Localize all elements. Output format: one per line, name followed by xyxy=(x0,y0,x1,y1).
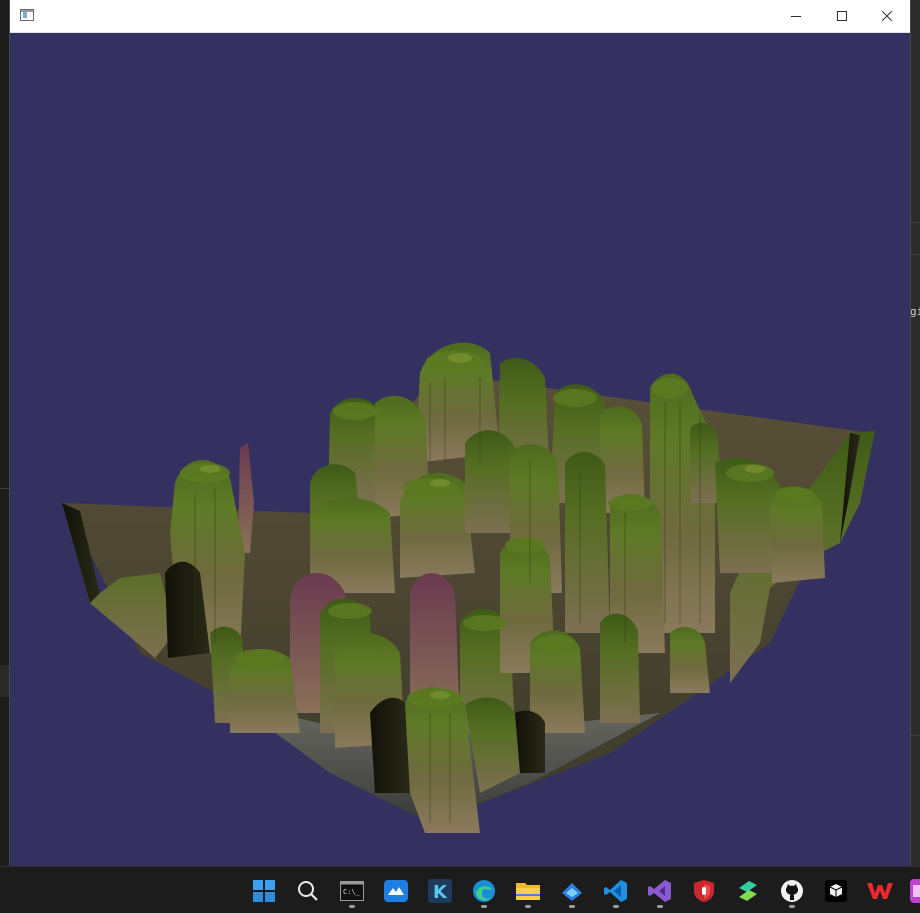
app-window-icon[interactable] xyxy=(20,9,34,21)
background-window-left xyxy=(0,0,10,866)
svg-text:C:\_: C:\_ xyxy=(343,888,361,896)
partial-app-icon xyxy=(910,879,920,903)
edge-icon xyxy=(473,880,495,902)
taskbar-terminal[interactable]: C:\_ xyxy=(332,873,372,909)
mail-icon xyxy=(384,880,408,902)
vscode-icon xyxy=(604,880,627,902)
running-indicator xyxy=(789,905,795,908)
start-icon xyxy=(253,880,275,902)
file-explorer-icon xyxy=(516,883,540,900)
taskbar-file-explorer[interactable] xyxy=(508,873,548,909)
render-viewport[interactable] xyxy=(10,33,910,866)
github-icon xyxy=(781,880,803,902)
background-window-right[interactable]: gi xyxy=(910,0,920,866)
svg-text:K: K xyxy=(433,882,448,903)
taskbar-partial-app[interactable] xyxy=(904,873,920,909)
taskbar-visual-studio[interactable] xyxy=(640,873,680,909)
background-divider xyxy=(910,222,920,223)
cube-app-icon xyxy=(825,880,847,902)
background-divider xyxy=(910,254,920,255)
wps-icon xyxy=(867,883,893,899)
taskbar-k-app[interactable]: K xyxy=(420,873,460,909)
background-divider xyxy=(910,735,920,736)
maximize-icon xyxy=(837,11,847,21)
close-icon xyxy=(882,11,892,21)
running-indicator xyxy=(525,905,531,908)
visual-studio-icon xyxy=(648,880,671,902)
running-indicator xyxy=(481,905,487,908)
taskbar-search[interactable] xyxy=(288,873,328,909)
taskbar-github[interactable] xyxy=(772,873,812,909)
title-bar[interactable] xyxy=(10,0,910,33)
bolt-app-icon xyxy=(739,881,757,901)
taskbar-security[interactable] xyxy=(684,873,724,909)
k-app-icon: K xyxy=(428,879,452,903)
background-peek-text: gi xyxy=(910,305,920,318)
taskbar-cube-app[interactable] xyxy=(816,873,856,909)
taskbar-start[interactable] xyxy=(244,873,284,909)
running-indicator xyxy=(613,905,619,908)
minimize-button[interactable] xyxy=(773,0,819,32)
minimize-icon xyxy=(791,16,801,17)
running-indicator xyxy=(569,905,575,908)
taskbar-store[interactable] xyxy=(552,873,592,909)
security-shield-icon xyxy=(694,880,714,902)
store-icon xyxy=(562,883,582,901)
close-button[interactable] xyxy=(864,0,910,32)
running-indicator xyxy=(657,905,663,908)
maximize-button[interactable] xyxy=(819,0,865,32)
search-icon xyxy=(298,881,318,901)
taskbar-bolt-app[interactable] xyxy=(728,873,768,909)
background-divider xyxy=(0,488,10,489)
running-indicator xyxy=(349,905,355,908)
taskbar-mail-app[interactable] xyxy=(376,873,416,909)
background-panel xyxy=(0,665,10,697)
desktop: gi C:\_ K xyxy=(0,0,920,913)
taskbar: C:\_ K xyxy=(0,866,920,913)
terminal-icon: C:\_ xyxy=(340,881,364,901)
taskbar-edge[interactable] xyxy=(464,873,504,909)
taskbar-wps[interactable] xyxy=(860,873,900,909)
taskbar-vscode[interactable] xyxy=(596,873,636,909)
terrain-render xyxy=(62,342,875,833)
app-window[interactable] xyxy=(10,0,910,866)
